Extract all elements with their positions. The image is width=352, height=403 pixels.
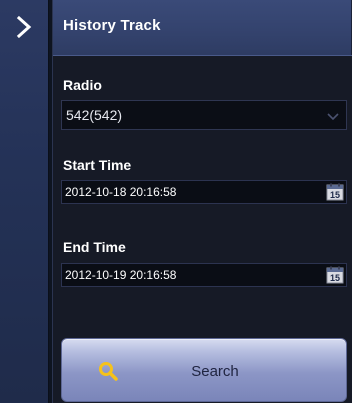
history-track-panel: History Track Radio 542(542) Start Time … bbox=[52, 0, 352, 403]
radio-label: Radio bbox=[63, 77, 102, 93]
start-time-field[interactable]: 2012-10-18 20:16:58 15 bbox=[61, 180, 347, 204]
chevron-down-icon bbox=[327, 113, 339, 121]
collapse-panel-button[interactable] bbox=[7, 10, 41, 44]
history-track-window: History Track Radio 542(542) Start Time … bbox=[0, 0, 352, 403]
end-time-field[interactable]: 2012-10-19 20:16:58 15 bbox=[61, 263, 347, 287]
start-time-value: 2012-10-18 20:16:58 bbox=[65, 185, 177, 199]
search-button-label: Search bbox=[191, 363, 239, 380]
end-time-value: 2012-10-19 20:16:58 bbox=[65, 268, 177, 282]
search-button[interactable]: Search bbox=[61, 338, 347, 402]
calendar-icon[interactable]: 15 bbox=[326, 266, 344, 284]
collapse-strip bbox=[0, 0, 49, 403]
chevron-right-icon bbox=[16, 16, 32, 38]
start-time-label: Start Time bbox=[63, 157, 132, 173]
panel-title: History Track bbox=[63, 17, 161, 34]
end-time-label: End Time bbox=[63, 239, 126, 255]
panel-header: History Track bbox=[53, 0, 352, 56]
calendar-icon[interactable]: 15 bbox=[326, 183, 344, 201]
calendar-icon-text: 15 bbox=[330, 190, 340, 200]
calendar-icon-text: 15 bbox=[330, 273, 340, 283]
radio-selected-value: 542(542) bbox=[66, 107, 123, 123]
radio-select[interactable]: 542(542) bbox=[61, 100, 347, 130]
